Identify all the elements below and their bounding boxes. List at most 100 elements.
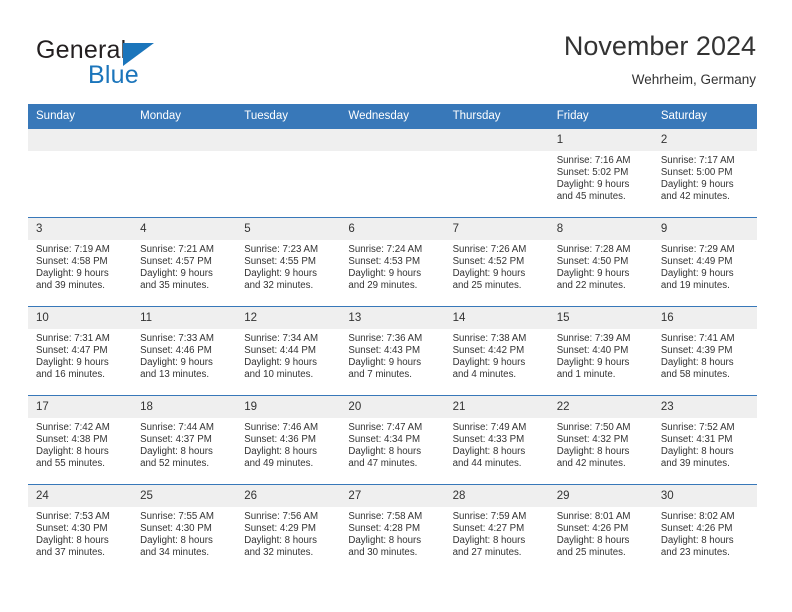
day-detail-line: Sunrise: 7:52 AM [660,422,735,433]
day-cell-inner [444,129,549,217]
day-detail-line: Sunset: 4:42 PM [452,345,525,357]
day-detail-line: Daylight: 8 hours [140,446,213,458]
day-number: 2 [652,129,757,151]
day-number: 17 [28,396,133,418]
day-sun-details: Sunrise: 7:59 AM Sunset: 4:27 PM Daylight:… [445,507,549,559]
calendar-week-row: 10 Sunrise: 7:31 AM Sunset: 4:47 PM Dayligh… [28,306,757,396]
day-detail-line: Sunset: 5:00 PM [660,167,733,179]
day-number: 26 [236,485,341,507]
calendar-day-cell[interactable]: 23 Sunrise: 7:52 AM Sunset: 4:31 PM Dayligh… [652,395,757,485]
day-sun-details [132,151,236,155]
day-sun-details: Sunrise: 7:21 AM Sunset: 4:57 PM Daylight:… [132,240,236,292]
day-sun-details: Sunrise: 7:58 AM Sunset: 4:28 PM Daylight:… [340,507,444,559]
day-detail-line: Daylight: 9 hours [244,268,317,280]
page-title: November 2024 [563,31,756,61]
calendar-day-cell[interactable]: 26 Sunrise: 7:56 AM Sunset: 4:29 PM Dayligh… [236,484,341,573]
day-detail-line: Sunrise: 7:23 AM [244,244,319,255]
day-cell-inner: 28 Sunrise: 7:59 AM Sunset: 4:27 PM Dayligh… [444,485,549,573]
calendar-day-cell[interactable]: 1 Sunrise: 7:16 AM Sunset: 5:02 PM Daylight… [548,128,653,218]
day-cell-inner: 27 Sunrise: 7:58 AM Sunset: 4:28 PM Dayligh… [340,485,445,573]
calendar-day-cell[interactable]: 13 Sunrise: 7:36 AM Sunset: 4:43 PM Dayligh… [340,306,445,396]
calendar-day-cell[interactable]: 8 Sunrise: 7:28 AM Sunset: 4:50 PM Daylight… [548,217,653,307]
day-detail-line: and 44 minutes. [452,458,522,470]
calendar-day-cell[interactable]: 25 Sunrise: 7:55 AM Sunset: 4:30 PM Dayligh… [132,484,237,573]
calendar-day-cell[interactable]: 16 Sunrise: 7:41 AM Sunset: 4:39 PM Dayligh… [652,306,757,396]
calendar-day-cell[interactable]: 21 Sunrise: 7:49 AM Sunset: 4:33 PM Dayligh… [444,395,549,485]
day-sun-details: Sunrise: 7:33 AM Sunset: 4:46 PM Daylight:… [132,329,236,381]
day-detail-line: Sunset: 4:47 PM [36,345,108,357]
day-detail-line: Sunrise: 7:56 AM [244,511,319,522]
day-detail-line: Sunset: 4:57 PM [140,256,212,268]
day-number: 10 [28,307,133,329]
day-detail-line: Daylight: 8 hours [556,535,630,547]
day-detail-line: Daylight: 9 hours [140,268,213,280]
day-sun-details: Sunrise: 7:39 AM Sunset: 4:40 PM Daylight:… [549,329,653,381]
calendar-day-cell[interactable]: 11 Sunrise: 7:33 AM Sunset: 4:46 PM Dayligh… [132,306,237,396]
day-sun-details [28,151,132,155]
calendar-day-cell[interactable]: 22 Sunrise: 7:50 AM Sunset: 4:32 PM Dayligh… [548,395,653,485]
day-detail-line: Sunrise: 7:47 AM [348,422,423,433]
day-number: 29 [548,485,653,507]
day-detail-line: Sunset: 4:49 PM [660,256,733,268]
brand-name-blue: Blue [88,61,139,89]
calendar-day-cell[interactable]: 15 Sunrise: 7:39 AM Sunset: 4:40 PM Dayligh… [548,306,653,396]
day-detail-line: Daylight: 8 hours [244,535,317,547]
day-number: 16 [652,307,757,329]
calendar-day-cell[interactable]: 20 Sunrise: 7:47 AM Sunset: 4:34 PM Dayligh… [340,395,445,485]
day-sun-details: Sunrise: 7:42 AM Sunset: 4:38 PM Daylight:… [28,418,132,470]
calendar-day-cell[interactable]: 9 Sunrise: 7:29 AM Sunset: 4:49 PM Daylight… [652,217,757,307]
day-number: 19 [236,396,341,418]
calendar-day-cell[interactable]: 5 Sunrise: 7:23 AM Sunset: 4:55 PM Daylight… [236,217,341,307]
page-header: General Blue November 2024 Wehrheim, Ger… [0,0,792,104]
brand-logo[interactable]: General Blue [36,36,236,94]
weekday-header-thursday: Thursday [444,104,549,129]
day-detail-line: Daylight: 8 hours [348,446,422,458]
day-sun-details: Sunrise: 7:23 AM Sunset: 4:55 PM Daylight:… [236,240,340,292]
day-detail-line: Daylight: 9 hours [36,357,109,369]
calendar-day-cell[interactable]: 12 Sunrise: 7:34 AM Sunset: 4:44 PM Dayligh… [236,306,341,396]
day-detail-line: Sunrise: 7:34 AM [244,333,319,344]
day-detail-line: Sunrise: 7:41 AM [660,333,735,344]
calendar-day-cell[interactable]: 30 Sunrise: 8:02 AM Sunset: 4:26 PM Dayligh… [652,484,757,573]
day-sun-details: Sunrise: 7:38 AM Sunset: 4:42 PM Daylight:… [445,329,549,381]
calendar-day-cell[interactable]: 2 Sunrise: 7:17 AM Sunset: 5:00 PM Daylight… [652,128,757,218]
calendar-day-cell[interactable]: 24 Sunrise: 7:53 AM Sunset: 4:30 PM Dayligh… [28,484,133,573]
day-detail-line: and 32 minutes. [244,280,314,292]
day-number: 9 [652,218,757,240]
day-detail-line: Daylight: 9 hours [36,268,109,280]
calendar-day-cell[interactable]: 29 Sunrise: 8:01 AM Sunset: 4:26 PM Dayligh… [548,484,653,573]
day-cell-inner [340,129,445,217]
day-number: 4 [132,218,237,240]
day-detail-line: Daylight: 9 hours [660,268,734,280]
day-detail-line: Sunrise: 8:01 AM [556,511,631,522]
calendar-day-cell[interactable]: 10 Sunrise: 7:31 AM Sunset: 4:47 PM Dayligh… [28,306,133,396]
day-sun-details: Sunrise: 7:31 AM Sunset: 4:47 PM Daylight:… [28,329,132,381]
day-cell-inner: 11 Sunrise: 7:33 AM Sunset: 4:46 PM Dayligh… [132,307,237,395]
calendar-day-cell[interactable]: 3 Sunrise: 7:19 AM Sunset: 4:58 PM Daylight… [28,217,133,307]
calendar-day-cell[interactable]: 14 Sunrise: 7:38 AM Sunset: 4:42 PM Dayligh… [444,306,549,396]
day-detail-line: and 16 minutes. [36,369,105,381]
calendar-day-cell[interactable]: 28 Sunrise: 7:59 AM Sunset: 4:27 PM Dayligh… [444,484,549,573]
calendar-page: General Blue November 2024 Wehrheim, Ger… [0,0,792,612]
calendar-day-cell[interactable]: 27 Sunrise: 7:58 AM Sunset: 4:28 PM Dayligh… [340,484,445,573]
day-detail-line: and 32 minutes. [244,547,314,559]
day-detail-line: Daylight: 8 hours [452,535,526,547]
calendar-day-cell[interactable]: 7 Sunrise: 7:26 AM Sunset: 4:52 PM Daylight… [444,217,549,307]
day-detail-line: Sunset: 4:53 PM [348,256,421,268]
day-detail-line: Sunrise: 8:02 AM [660,511,735,522]
day-detail-line: and 25 minutes. [452,280,522,292]
calendar-day-cell[interactable]: 19 Sunrise: 7:46 AM Sunset: 4:36 PM Dayligh… [236,395,341,485]
calendar-day-cell[interactable]: 18 Sunrise: 7:44 AM Sunset: 4:37 PM Dayligh… [132,395,237,485]
day-detail-line: Sunset: 4:30 PM [140,523,212,535]
calendar-day-cell[interactable]: 17 Sunrise: 7:42 AM Sunset: 4:38 PM Dayligh… [28,395,133,485]
day-detail-line: and 23 minutes. [660,547,730,559]
day-sun-details: Sunrise: 7:19 AM Sunset: 4:58 PM Daylight:… [28,240,132,292]
day-detail-line: Sunrise: 7:49 AM [452,422,527,433]
day-detail-line: Sunrise: 7:42 AM [36,422,110,433]
day-detail-line: and 19 minutes. [660,280,730,292]
calendar-day-cell[interactable]: 6 Sunrise: 7:24 AM Sunset: 4:53 PM Daylight… [340,217,445,307]
weekday-header-friday: Friday [548,104,653,129]
day-detail-line: Daylight: 8 hours [556,446,630,458]
calendar-day-cell[interactable]: 4 Sunrise: 7:21 AM Sunset: 4:57 PM Daylight… [132,217,237,307]
day-cell-inner: 21 Sunrise: 7:49 AM Sunset: 4:33 PM Dayligh… [444,396,549,484]
